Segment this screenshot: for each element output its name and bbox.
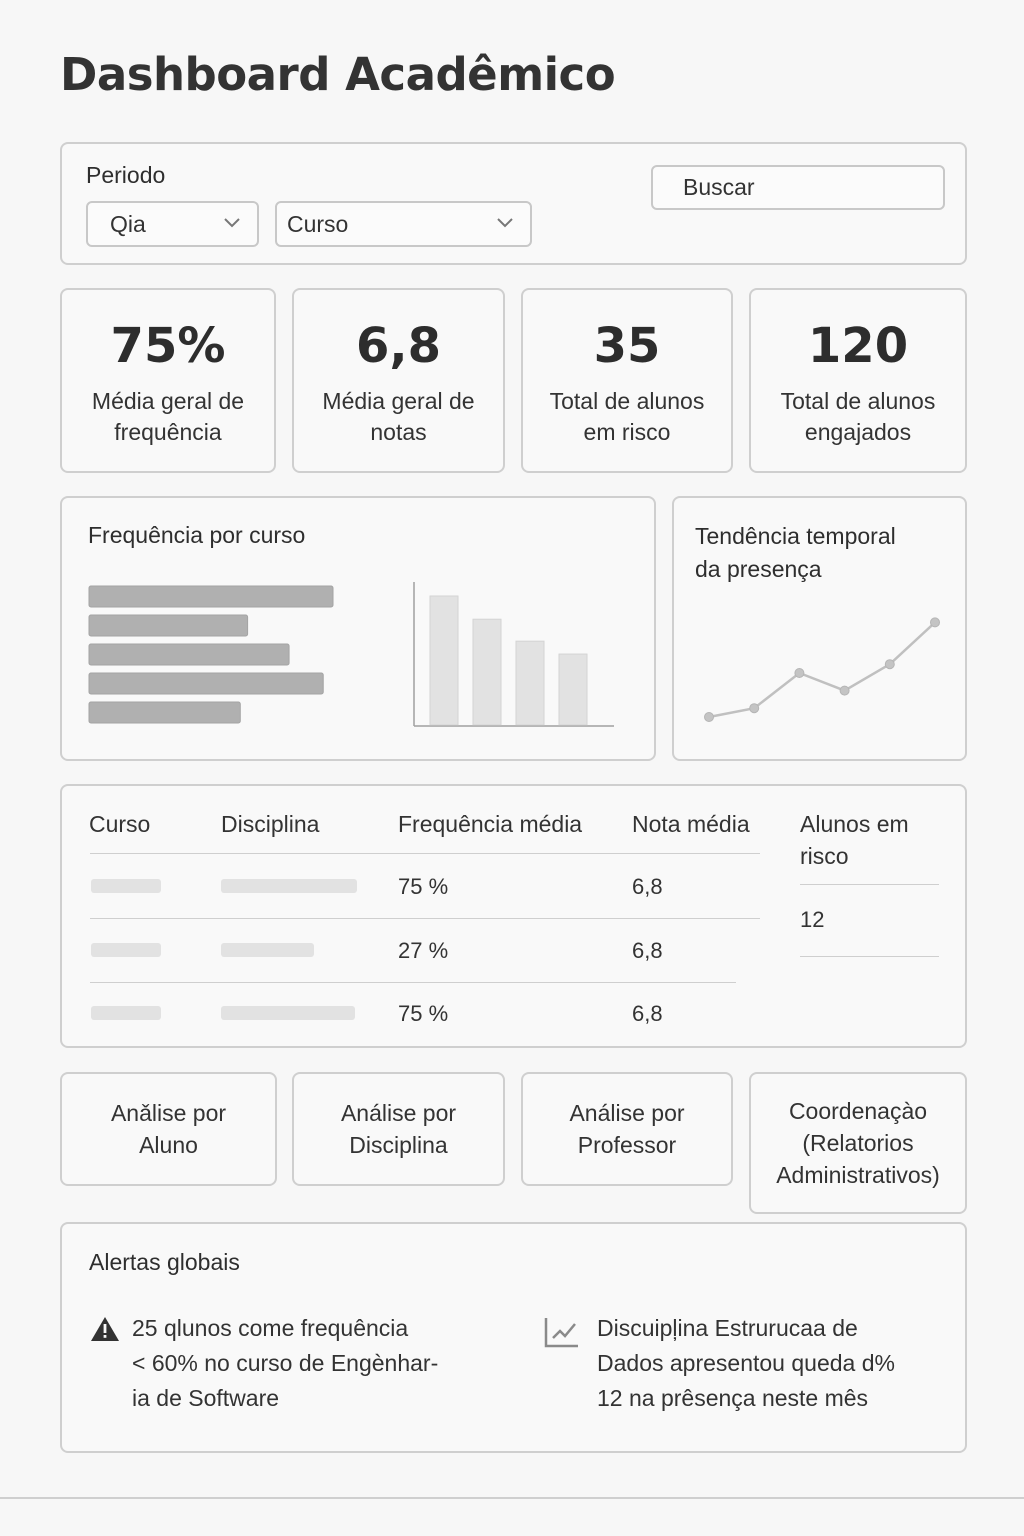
vbar bbox=[515, 640, 545, 726]
search-button[interactable]: Buscar bbox=[651, 165, 945, 210]
attendance-trend-title-line2: da presença bbox=[695, 556, 822, 582]
analysis-by-professor-button[interactable]: Análise por Professor bbox=[521, 1072, 733, 1186]
analysis-by-discipline-button[interactable]: Análise por Disciplina bbox=[292, 1072, 505, 1186]
table-header-avg-attendance: Frequência média bbox=[398, 811, 583, 837]
discipline-placeholder bbox=[221, 879, 357, 893]
attendance-cell: 75 % bbox=[398, 874, 449, 899]
analysis-by-student-label: Anǎlise por Aluno bbox=[110, 1100, 227, 1158]
hbar bbox=[88, 585, 334, 608]
trend-point bbox=[749, 703, 760, 714]
period-label: Periodo bbox=[86, 162, 166, 188]
course-select-value: Curso bbox=[287, 211, 349, 237]
alert-discipline-text: Discuipļina Estrurucaa de Dados apresent… bbox=[597, 1311, 895, 1416]
alert-line: Dados apresentou queda d% bbox=[597, 1350, 895, 1376]
trend-point bbox=[794, 668, 805, 678]
summary-table: Curso Disciplina Frequência média Nota m… bbox=[60, 784, 967, 1048]
attendance-by-course-title: Frequência por curso bbox=[88, 522, 306, 548]
attendance-cell: 75 % bbox=[398, 1001, 449, 1026]
hbar bbox=[88, 643, 290, 666]
attendance-trend-title-line1: Tendência temporal bbox=[695, 523, 896, 549]
attendance-trend-title: Tendência temporal da presença bbox=[695, 520, 896, 586]
kpi-value: 75% bbox=[110, 318, 226, 374]
horizontal-bar-chart bbox=[88, 585, 334, 724]
analysis-by-discipline-label: Análise por Disciplina bbox=[340, 1100, 457, 1158]
table-header-at-risk: Alunos em risco bbox=[800, 811, 909, 869]
course-placeholder bbox=[91, 879, 161, 893]
table-header-course: Curso bbox=[89, 811, 151, 837]
analysis-by-professor-label: Análise por Professor bbox=[569, 1100, 685, 1158]
search-button-label: Buscar bbox=[683, 174, 755, 200]
coordination-reports-button[interactable]: Coordenaçào (Relatorios Administrativos) bbox=[749, 1072, 967, 1214]
alert-line: 25 qlunos come frequência bbox=[132, 1315, 409, 1341]
at-risk-divider bbox=[800, 956, 939, 957]
global-alerts-title: Alertas globais bbox=[89, 1249, 240, 1275]
kpi-card-attendance: 75% Média geral de frequência bbox=[60, 288, 276, 473]
kpi-card-at-risk: 35 Total de alunos em risco bbox=[521, 288, 733, 473]
kpi-label: Total de alunos em risco bbox=[549, 388, 705, 445]
kpi-label: Total de alunos engajados bbox=[780, 388, 936, 445]
period-select[interactable]: Qia bbox=[86, 201, 259, 247]
trend-chart-icon bbox=[544, 1318, 578, 1348]
hbar bbox=[88, 672, 324, 695]
alert-attendance-text: 25 qlunos come frequência < 60% no curso… bbox=[132, 1311, 438, 1416]
vbar bbox=[472, 618, 502, 726]
alert-line: < 60% no curso de Engènhar- bbox=[132, 1350, 439, 1376]
vertical-bar-chart bbox=[413, 582, 614, 727]
chevron-down-icon bbox=[224, 218, 240, 228]
global-alerts-card: Alertas globais 25 qlunos come frequênci… bbox=[60, 1222, 967, 1453]
kpi-card-grades: 6,8 Média geral de notas bbox=[292, 288, 505, 473]
course-placeholder bbox=[91, 943, 161, 957]
kpi-card-engaged: 120 Total de alunos engajados bbox=[749, 288, 967, 473]
at-risk-value: 12 bbox=[800, 907, 825, 932]
page-title: Dashboard Acadêmico bbox=[60, 48, 616, 101]
hbar bbox=[88, 701, 241, 724]
alert-line: ia de Software bbox=[132, 1385, 280, 1411]
kpi-label: Média geral de notas bbox=[322, 388, 475, 445]
trend-point bbox=[704, 712, 714, 722]
grade-cell: 6,8 bbox=[632, 1001, 663, 1026]
discipline-placeholder bbox=[221, 1006, 355, 1020]
kpi-value: 35 bbox=[593, 318, 661, 374]
coordination-reports-label: Coordenaçào (Relatorios Administrativos) bbox=[776, 1098, 940, 1188]
kpi-value: 6,8 bbox=[355, 318, 442, 374]
trend-point bbox=[839, 685, 850, 696]
table-divider bbox=[90, 982, 736, 983]
attendance-cell: 27 % bbox=[398, 938, 449, 963]
line-chart bbox=[704, 617, 940, 722]
table-header-avg-grade: Nota média bbox=[632, 811, 750, 837]
kpi-label: Média geral de frequência bbox=[91, 388, 245, 445]
attendance-by-course-card: Frequência por curso bbox=[60, 496, 656, 761]
course-placeholder bbox=[91, 1006, 161, 1020]
vbar bbox=[429, 595, 459, 726]
filter-panel: Periodo Qia Curso Buscar bbox=[60, 142, 967, 265]
trend-point bbox=[884, 659, 895, 670]
trend-line bbox=[708, 621, 936, 719]
table-divider bbox=[90, 918, 760, 919]
grade-cell: 6,8 bbox=[632, 874, 663, 899]
grade-cell: 6,8 bbox=[632, 938, 663, 963]
at-risk-divider bbox=[800, 884, 939, 885]
hbar bbox=[88, 614, 249, 637]
course-select[interactable]: Curso bbox=[275, 201, 532, 247]
analysis-by-student-button[interactable]: Anǎlise por Aluno bbox=[60, 1072, 277, 1186]
alert-line: 12 na prêsença neste mês bbox=[597, 1385, 869, 1411]
trend-point bbox=[930, 617, 940, 628]
period-select-value: Qia bbox=[110, 211, 146, 237]
page-bottom-divider bbox=[0, 1497, 1024, 1499]
vbar bbox=[558, 653, 588, 726]
table-header-discipline: Disciplina bbox=[221, 811, 320, 837]
warning-icon bbox=[91, 1317, 119, 1341]
attendance-trend-card: Tendência temporal da presença bbox=[672, 496, 967, 761]
table-divider bbox=[90, 853, 760, 854]
discipline-placeholder bbox=[221, 943, 314, 957]
chevron-down-icon bbox=[497, 218, 513, 228]
kpi-value: 120 bbox=[807, 318, 909, 374]
alert-line: Discuipļina Estrurucaa de bbox=[597, 1315, 858, 1341]
